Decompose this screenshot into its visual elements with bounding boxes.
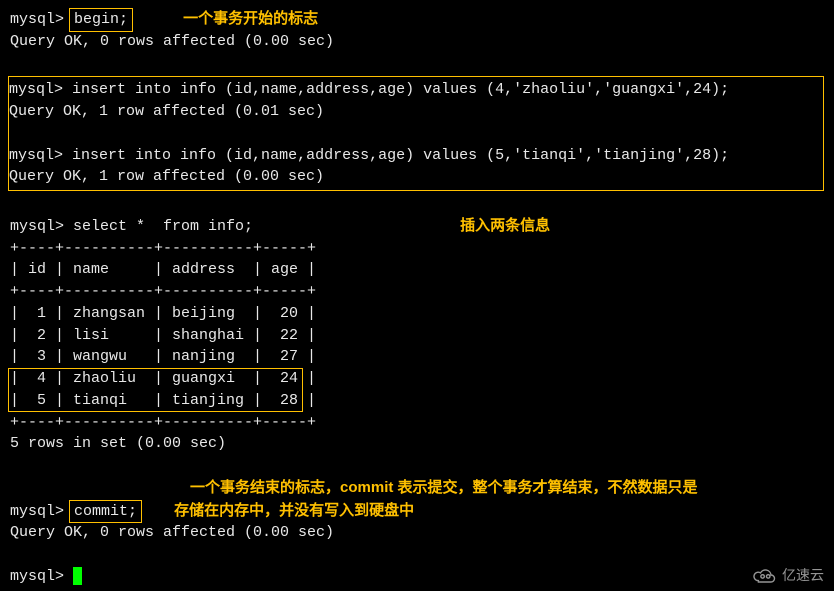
begin-box: begin; [69,8,133,32]
insert1-result: Query OK, 1 row affected (0.01 sec) [9,101,819,123]
commit-result: Query OK, 0 rows affected (0.00 sec) [10,522,824,544]
cursor-icon [73,567,82,585]
blank [10,53,824,75]
table-border-bot: +----+----------+----------+-----+ [10,412,824,434]
insert2-line: mysql> insert into info (id,name,address… [9,145,819,167]
commit-annotation1: 一个事务结束的标志，commit 表示提交，整个事务才算结束，不然数据只是 [190,479,698,496]
prompt: mysql> [9,147,63,164]
table-border-top: +----+----------+----------+-----+ [10,238,824,260]
begin-result: Query OK, 0 rows affected (0.00 sec) [10,31,824,53]
commit-annotation2: 存储在内存中，并没有写入到硬盘中 [174,502,414,519]
insert1-line: mysql> insert into info (id,name,address… [9,79,819,101]
prompt: mysql> [9,81,63,98]
begin-annotation: 一个事务开始的标志 [183,10,318,27]
watermark-text: 亿速云 [782,565,824,585]
commit-line: mysql> commit; 存储在内存中，并没有写入到硬盘中 [10,500,824,523]
terminal[interactable]: mysql> begin; 一个事务开始的标志 Query OK, 0 rows… [10,8,824,588]
insert-annotation: 插入两条信息 [460,217,550,234]
commit-annotation-line1: 一个事务结束的标志，commit 表示提交，整个事务才算结束，不然数据只是 [10,477,824,500]
prompt-line[interactable]: mysql> [10,566,824,588]
select-cmd: select * from info; [73,218,253,235]
prompt: mysql> [10,218,64,235]
blank [10,455,824,477]
prompt: mysql> [10,503,64,520]
table-row: | 1 | zhangsan | beijing | 20 | [10,303,824,325]
insert-box: mysql> insert into info (id,name,address… [8,76,824,191]
prompt: mysql> [10,568,64,585]
select-summary: 5 rows in set (0.00 sec) [10,433,824,455]
commit-box: commit; [69,500,142,524]
insert1-cmd: insert into info (id,name,address,age) v… [72,81,729,98]
table-row: | 2 | lisi | shanghai | 22 | [10,325,824,347]
blank [10,544,824,566]
table-row: | 4 | zhaoliu | guangxi | 24 | [10,368,824,390]
commit-cmd: commit; [74,503,137,520]
begin-cmd: begin; [74,11,128,28]
prompt: mysql> [10,11,64,28]
insert2-cmd: insert into info (id,name,address,age) v… [72,147,729,164]
select-line: mysql> select * from info; 插入两条信息 [10,215,824,238]
cloud-icon [750,566,778,584]
watermark: 亿速云 [750,565,824,585]
table-row: | 5 | tianqi | tianjing | 28 | [10,390,824,412]
begin-line: mysql> begin; 一个事务开始的标志 [10,8,824,31]
blank [9,123,819,145]
table-row: | 3 | wangwu | nanjing | 27 | [10,346,824,368]
table-border-mid: +----+----------+----------+-----+ [10,281,824,303]
insert2-result: Query OK, 1 row affected (0.00 sec) [9,166,819,188]
table-header: | id | name | address | age | [10,259,824,281]
blank [10,193,824,215]
